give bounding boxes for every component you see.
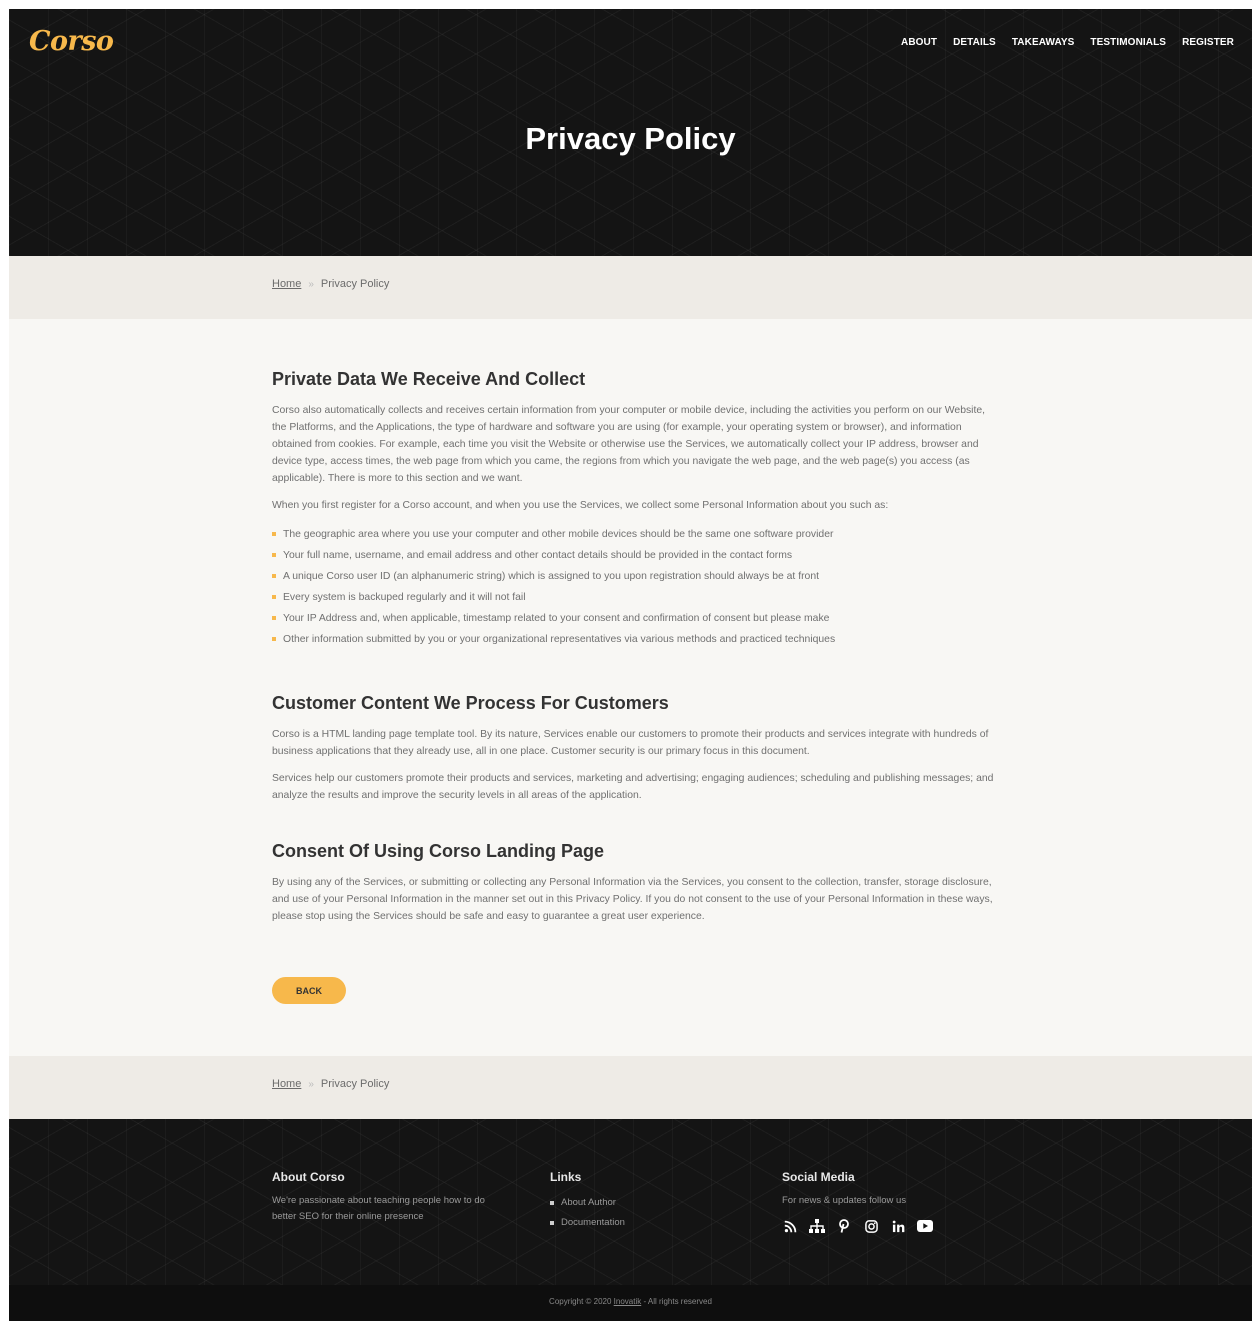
list-item: Other information submitted by you or yo… <box>272 629 994 650</box>
hero-header: Corso ABOUT DETAILS TAKEAWAYS TESTIMONIA… <box>9 9 1252 256</box>
linkedin-icon[interactable] <box>890 1218 906 1234</box>
list-item: Your full name, username, and email addr… <box>272 545 994 566</box>
breadcrumb-separator: » <box>308 1078 314 1090</box>
breadcrumb: Home » Privacy Policy <box>272 278 389 290</box>
footer-social-title: Social Media <box>782 1170 855 1184</box>
footer-about-title: About Corso <box>272 1170 345 1184</box>
copyright-prefix: Copyright © 2020 <box>549 1297 614 1306</box>
instagram-icon[interactable] <box>863 1218 879 1234</box>
footer-social-text: For news & updates follow us <box>782 1195 907 1206</box>
copyright-suffix: - All rights reserved <box>641 1297 712 1306</box>
breadcrumb-home-link[interactable]: Home <box>272 1078 301 1090</box>
page: Corso ABOUT DETAILS TAKEAWAYS TESTIMONIA… <box>9 9 1252 1321</box>
rss-icon[interactable] <box>782 1218 798 1234</box>
data-list: The geographic area where you use your c… <box>272 524 994 650</box>
section-paragraph: Corso also automatically collects and re… <box>272 405 986 484</box>
section-paragraph: When you first register for a Corso acco… <box>272 500 889 511</box>
footer-link-item: About Author <box>550 1193 730 1213</box>
section-paragraph: Corso is a HTML landing page template to… <box>272 729 989 757</box>
pinterest-icon[interactable] <box>836 1218 852 1234</box>
nav-testimonials[interactable]: TESTIMONIALS <box>1090 37 1166 48</box>
main-nav: ABOUT DETAILS TAKEAWAYS TESTIMONIALS REG… <box>901 37 1234 48</box>
social-icons <box>782 1218 1002 1234</box>
breadcrumb: Home » Privacy Policy <box>272 1078 389 1090</box>
footer-links-title: Links <box>550 1170 582 1184</box>
list-item: A unique Corso user ID (an alphanumeric … <box>272 566 994 587</box>
footer-about-text: We're passionate about teaching people h… <box>272 1195 485 1222</box>
youtube-icon[interactable] <box>917 1218 933 1234</box>
nav-details[interactable]: DETAILS <box>953 37 996 48</box>
section-consent: Consent Of Using Corso Landing Page By u… <box>272 841 994 935</box>
footer-social: Social Media For news & updates follow u… <box>782 1170 1002 1234</box>
copyright-bar: Copyright © 2020 Inovatik - All rights r… <box>9 1285 1252 1321</box>
list-item: The geographic area where you use your c… <box>272 524 994 545</box>
nav-about[interactable]: ABOUT <box>901 37 937 48</box>
footer-link-item: Documentation <box>550 1213 730 1233</box>
page-title: Privacy Policy <box>525 121 736 156</box>
footer: About Corso We're passionate about teach… <box>9 1119 1252 1285</box>
copyright-link[interactable]: Inovatik <box>614 1297 642 1306</box>
breadcrumb-current: Privacy Policy <box>320 1078 390 1090</box>
footer-links: Links About Author Documentation <box>550 1170 730 1233</box>
breadcrumb-home-link[interactable]: Home <box>272 278 301 290</box>
section-heading: Consent Of Using Corso Landing Page <box>272 841 605 861</box>
section-customer-content: Customer Content We Process For Customer… <box>272 693 994 814</box>
breadcrumb-bar-bottom: Home » Privacy Policy <box>9 1056 1252 1119</box>
breadcrumb-bar-top: Home » Privacy Policy <box>9 256 1252 319</box>
footer-about: About Corso We're passionate about teach… <box>272 1170 487 1225</box>
back-button[interactable]: BACK <box>272 977 346 1004</box>
logo[interactable]: Corso <box>29 26 114 57</box>
nav-register[interactable]: REGISTER <box>1182 37 1234 48</box>
breadcrumb-current: Privacy Policy <box>320 278 390 290</box>
breadcrumb-separator: » <box>308 278 314 290</box>
section-paragraph: Services help our customers promote thei… <box>272 773 994 801</box>
list-item: Every system is backuped regularly and i… <box>272 587 994 608</box>
section-paragraph: By using any of the Services, or submitt… <box>272 877 993 922</box>
footer-link-about-author[interactable]: About Author <box>561 1197 616 1208</box>
sitemap-icon[interactable] <box>809 1218 825 1234</box>
section-heading: Customer Content We Process For Customer… <box>272 693 669 713</box>
nav-takeaways[interactable]: TAKEAWAYS <box>1012 37 1075 48</box>
footer-link-documentation[interactable]: Documentation <box>561 1217 625 1228</box>
section-private-data: Private Data We Receive And Collect Cors… <box>272 369 994 650</box>
section-heading: Private Data We Receive And Collect <box>272 369 586 389</box>
list-item: Your IP Address and, when applicable, ti… <box>272 608 994 629</box>
